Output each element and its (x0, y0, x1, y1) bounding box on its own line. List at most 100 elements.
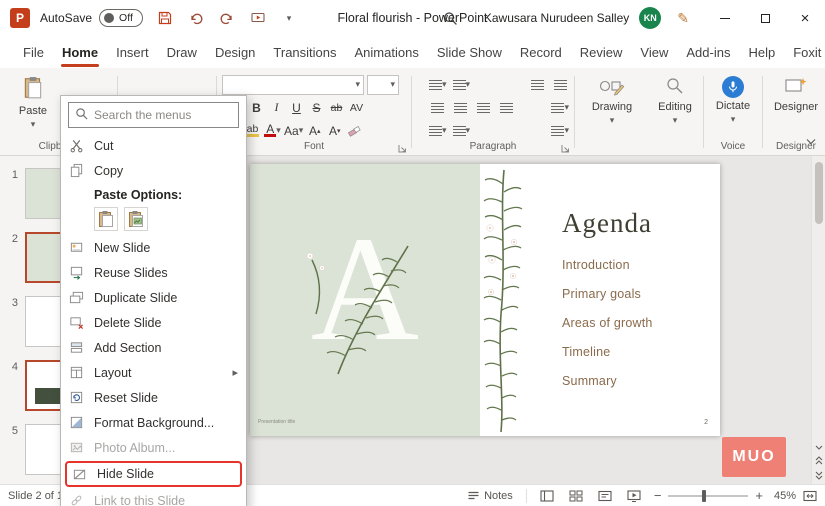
menu-item-new-slide[interactable]: New Slide (61, 235, 246, 260)
menu-item-add-section[interactable]: Add Section (61, 335, 246, 360)
collapse-ribbon-icon[interactable] (806, 134, 816, 148)
paste-button[interactable]: Paste ▾ (8, 73, 58, 130)
fit-slide-to-window-icon[interactable] (803, 490, 817, 502)
increase-indent-icon[interactable] (552, 75, 569, 94)
underline-icon[interactable]: U (288, 98, 305, 117)
menu-item-duplicate-slide[interactable]: Duplicate Slide (61, 285, 246, 310)
align-right-icon[interactable] (475, 98, 492, 117)
agenda-item[interactable]: Timeline (562, 345, 712, 359)
increase-font-size-icon[interactable]: A ▴ (306, 121, 323, 140)
columns-icon[interactable]: ▾ (429, 121, 447, 140)
line-spacing-icon[interactable]: ▾ (551, 98, 569, 117)
font-size-combo[interactable]: ▾ (367, 74, 399, 95)
autosave-toggle[interactable]: Off (99, 9, 144, 27)
bullets-icon[interactable]: ▾ (429, 75, 447, 94)
menu-slide-show[interactable]: Slide Show (428, 37, 511, 68)
align-text-icon[interactable]: ▾ (551, 121, 569, 140)
decrease-font-size-icon[interactable]: A ▾ (326, 121, 343, 140)
start-presentation-icon[interactable] (249, 7, 267, 29)
menu-item-format-background[interactable]: Format Background... (61, 410, 246, 435)
justify-icon[interactable] (498, 98, 515, 117)
menu-item-reset-slide[interactable]: Reset Slide (61, 385, 246, 410)
dictate-button[interactable]: Dictate ▾ (709, 73, 757, 125)
pen-icon[interactable]: ✎ (677, 10, 689, 27)
slide-sorter-view-icon[interactable] (569, 490, 583, 502)
paste-picture-icon[interactable] (124, 207, 148, 231)
maximize-button[interactable] (745, 0, 785, 36)
scrollbar-thumb[interactable] (815, 162, 823, 224)
clear-formatting-icon[interactable] (346, 121, 363, 140)
subscript-icon[interactable]: ab (328, 98, 345, 117)
quick-access-dropdown-icon[interactable]: ▾ (280, 7, 298, 29)
normal-view-icon[interactable] (540, 489, 554, 502)
close-button[interactable]: × (785, 0, 825, 36)
menu-view[interactable]: View (631, 37, 677, 68)
next-slide-button[interactable] (815, 471, 823, 480)
context-menu-search[interactable] (68, 102, 239, 128)
search-input[interactable] (94, 108, 232, 122)
zoom-slider-handle[interactable] (702, 489, 707, 502)
slide-title[interactable]: Agenda (562, 208, 712, 239)
zoom-out-icon[interactable]: − (654, 488, 662, 503)
menu-item-delete-slide[interactable]: Delete Slide (61, 310, 246, 335)
user-name[interactable]: Kawusara Nurudeen Salley (484, 11, 629, 25)
strikethrough-icon[interactable]: S (308, 98, 325, 117)
paragraph-dialog-launcher-icon[interactable] (561, 142, 570, 153)
numbering-icon[interactable]: ▾ (452, 75, 470, 94)
bold-icon[interactable]: B (248, 98, 265, 117)
save-icon[interactable] (156, 7, 174, 29)
character-spacing-icon[interactable]: AV (348, 98, 365, 117)
drawing-button[interactable]: Drawing ▾ (580, 73, 644, 126)
change-case-icon[interactable]: Aa ▾ (284, 121, 303, 140)
menu-add-ins[interactable]: Add-ins (677, 37, 739, 68)
scroll-down-icon[interactable] (815, 445, 823, 450)
paste-destination-theme-icon[interactable] (94, 207, 118, 231)
font-dialog-launcher-icon[interactable] (398, 142, 407, 153)
menu-item-cut[interactable]: Cut (61, 133, 246, 158)
menu-item-copy[interactable]: Copy (61, 158, 246, 183)
zoom-slider[interactable] (668, 489, 749, 502)
avatar[interactable]: KN (639, 7, 662, 29)
reading-view-icon[interactable] (598, 490, 612, 502)
menu-help[interactable]: Help (739, 37, 784, 68)
italic-icon[interactable]: I (268, 98, 285, 117)
designer-button[interactable]: Designer (768, 73, 824, 113)
menu-review[interactable]: Review (571, 37, 632, 68)
agenda-item[interactable]: Summary (562, 374, 712, 388)
decrease-indent-icon[interactable] (529, 75, 546, 94)
zoom-level[interactable]: 45% (770, 490, 796, 502)
align-left-icon[interactable] (429, 98, 446, 117)
menu-draw[interactable]: Draw (158, 37, 206, 68)
text-direction-icon[interactable]: ▾ (452, 121, 470, 140)
redo-icon[interactable] (218, 7, 236, 29)
menu-item-reuse-slides[interactable]: Reuse Slides (61, 260, 246, 285)
vertical-scrollbar[interactable] (811, 156, 825, 484)
agenda-item[interactable]: Areas of growth (562, 316, 712, 330)
align-center-icon[interactable] (452, 98, 469, 117)
agenda-item[interactable]: Introduction (562, 258, 712, 272)
font-color-icon[interactable]: A ▾ (264, 121, 281, 140)
menu-design[interactable]: Design (206, 37, 264, 68)
menu-transitions[interactable]: Transitions (264, 37, 345, 68)
notes-button[interactable]: Notes (467, 490, 513, 502)
font-name-combo[interactable]: ▾ (222, 74, 364, 95)
slide-text-block[interactable]: Agenda Introduction Primary goals Areas … (562, 208, 712, 403)
menu-home[interactable]: Home (53, 37, 107, 68)
agenda-item[interactable]: Primary goals (562, 287, 712, 301)
menu-foxit-pdf[interactable]: Foxit PDF (784, 37, 825, 68)
menu-file[interactable]: File (14, 37, 53, 68)
menu-insert[interactable]: Insert (107, 37, 158, 68)
menu-item-hide-slide[interactable]: Hide Slide (67, 463, 240, 485)
menu-record[interactable]: Record (511, 37, 571, 68)
menu-animations[interactable]: Animations (346, 37, 428, 68)
reset-slide-icon (68, 390, 85, 405)
slide-show-view-icon[interactable] (627, 489, 641, 502)
undo-icon[interactable] (187, 7, 205, 29)
minimize-button[interactable] (705, 0, 745, 36)
editing-button[interactable]: Editing ▾ (652, 73, 698, 126)
menu-item-layout[interactable]: Layout ▸ (61, 360, 246, 385)
powerpoint-logo-icon[interactable]: P (10, 8, 30, 28)
slide-canvas[interactable]: A Agenda Introduction Primary goals Area… (250, 164, 720, 436)
zoom-in-icon[interactable]: + (755, 488, 763, 503)
previous-slide-button[interactable] (815, 456, 823, 465)
